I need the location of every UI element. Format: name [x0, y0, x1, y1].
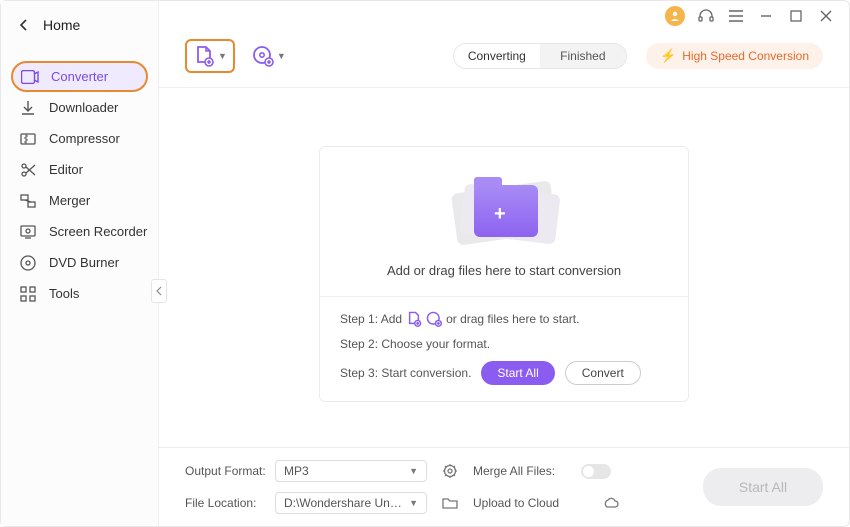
high-speed-badge[interactable]: ⚡ High Speed Conversion [646, 43, 823, 69]
compress-icon [19, 130, 37, 148]
chevron-down-icon: ▼ [409, 466, 418, 476]
bottom-bar: Output Format: MP3 ▼ Merge All Files: St… [159, 447, 849, 526]
sidebar-item-converter[interactable]: Converter [11, 61, 148, 92]
chevron-down-icon: ▼ [218, 51, 227, 61]
add-file-button[interactable]: ▼ [185, 39, 235, 73]
sidebar-item-label: Converter [51, 69, 108, 84]
steps-panel: Step 1: Add or drag files here to start.… [320, 297, 688, 401]
cloud-icon[interactable] [581, 496, 641, 510]
drop-zone-card: + Add or drag files here to start conver… [319, 146, 689, 402]
download-icon [19, 99, 37, 117]
sidebar-item-compressor[interactable]: Compressor [1, 123, 158, 154]
sidebar-item-label: DVD Burner [49, 255, 119, 270]
scissors-icon [19, 161, 37, 179]
start-all-button-inline[interactable]: Start All [481, 361, 554, 385]
tab-finished[interactable]: Finished [540, 44, 626, 68]
upload-cloud-label: Upload to Cloud [473, 496, 573, 510]
headset-icon[interactable] [697, 7, 715, 25]
toolbar: ▼ ▼ Converting Finished ⚡ High Speed Con… [159, 31, 849, 88]
titlebar [159, 1, 849, 31]
chevron-down-icon: ▼ [277, 51, 286, 61]
merge-icon [19, 192, 37, 210]
step-1: Step 1: Add or drag files here to start. [340, 311, 668, 327]
add-disc-icon [252, 45, 274, 67]
file-location-label: File Location: [185, 496, 267, 510]
sidebar-item-downloader[interactable]: Downloader [1, 92, 158, 123]
sidebar-item-label: Screen Recorder [49, 224, 147, 239]
sidebar-item-label: Tools [49, 286, 79, 301]
status-tabs: Converting Finished [453, 43, 627, 69]
avatar[interactable] [665, 6, 685, 26]
convert-button-inline[interactable]: Convert [565, 361, 641, 385]
sidebar-item-label: Editor [49, 162, 83, 177]
open-folder-icon[interactable] [435, 496, 465, 510]
disc-icon [19, 254, 37, 272]
plus-icon: + [494, 203, 506, 226]
sidebar-item-recorder[interactable]: Screen Recorder [1, 216, 158, 247]
merge-files-label: Merge All Files: [473, 464, 573, 478]
chevron-down-icon: ▼ [409, 498, 418, 508]
content-area: + Add or drag files here to start conver… [159, 88, 849, 447]
sidebar-item-label: Compressor [49, 131, 120, 146]
back-icon[interactable] [19, 19, 29, 31]
home-label: Home [43, 17, 80, 33]
settings-gear-icon[interactable] [435, 463, 465, 479]
merge-files-toggle[interactable] [581, 464, 611, 479]
sidebar-item-tools[interactable]: Tools [1, 278, 158, 309]
grid-icon [19, 285, 37, 303]
tab-converting[interactable]: Converting [454, 44, 540, 68]
file-location-select[interactable]: D:\Wondershare UniConverter 1 ▼ [275, 492, 427, 514]
output-format-select[interactable]: MP3 ▼ [275, 460, 427, 482]
output-format-label: Output Format: [185, 464, 267, 478]
high-speed-label: High Speed Conversion [682, 49, 809, 63]
add-disc-icon [426, 311, 442, 327]
sidebar-item-dvd[interactable]: DVD Burner [1, 247, 158, 278]
sidebar-item-editor[interactable]: Editor [1, 154, 158, 185]
sidebar: Home Converter Downloader Compressor Edi… [1, 1, 159, 526]
add-file-icon [406, 311, 422, 327]
sidebar-item-label: Downloader [49, 100, 118, 115]
main: ▼ ▼ Converting Finished ⚡ High Speed Con… [159, 1, 849, 526]
collapse-sidebar-handle[interactable] [151, 279, 167, 303]
folder-illustration: + [444, 169, 564, 249]
sidebar-item-merger[interactable]: Merger [1, 185, 158, 216]
record-icon [19, 223, 37, 241]
menu-icon[interactable] [727, 7, 745, 25]
minimize-icon[interactable] [757, 7, 775, 25]
sidebar-item-label: Merger [49, 193, 90, 208]
add-file-icon [193, 45, 215, 67]
bolt-icon: ⚡ [660, 48, 676, 64]
add-disc-button[interactable]: ▼ [245, 39, 293, 73]
home-row[interactable]: Home [1, 1, 158, 49]
video-icon [21, 68, 39, 86]
step-2: Step 2: Choose your format. [340, 337, 668, 351]
maximize-icon[interactable] [787, 7, 805, 25]
drop-zone[interactable]: + Add or drag files here to start conver… [320, 147, 688, 297]
close-icon[interactable] [817, 7, 835, 25]
step-3: Step 3: Start conversion. Start All Conv… [340, 361, 668, 385]
drop-headline: Add or drag files here to start conversi… [387, 263, 621, 278]
start-all-button[interactable]: Start All [703, 468, 823, 506]
